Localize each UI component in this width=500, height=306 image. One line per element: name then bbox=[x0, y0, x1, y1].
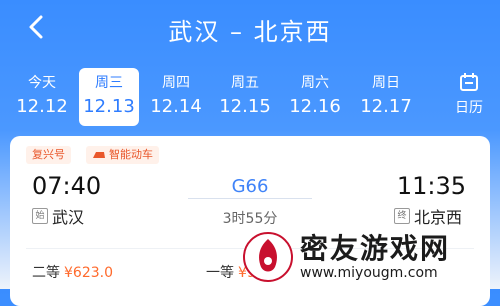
date-value: 12.13 bbox=[83, 96, 135, 117]
date-item[interactable]: 周四 12.14 bbox=[146, 68, 206, 126]
date-item[interactable]: 今天 12.12 bbox=[12, 68, 72, 126]
watermark-url: www.miyougm.com bbox=[300, 265, 438, 281]
end-tag: 终 bbox=[393, 208, 410, 224]
date-value: 12.14 bbox=[150, 96, 202, 117]
calendar-icon bbox=[460, 73, 478, 91]
date-weekday: 今天 bbox=[28, 75, 56, 91]
smart-train-badge: 智能动车 bbox=[86, 146, 159, 164]
date-value: 12.12 bbox=[16, 96, 68, 117]
date-weekday: 周六 bbox=[301, 75, 329, 91]
watermark: 密友游戏网 www.miyougm.com bbox=[242, 226, 498, 288]
date-value: 12.15 bbox=[219, 96, 271, 117]
seat-second-class[interactable]: 二等 ¥623.0 bbox=[32, 262, 113, 282]
calendar-label: 日历 bbox=[455, 100, 483, 116]
route-title: 武汉 – 北京西 bbox=[168, 18, 332, 46]
date-selector: 今天 12.12 周三 12.13 周四 12.14 周五 12.15 周六 1… bbox=[0, 68, 500, 128]
route-line bbox=[188, 198, 312, 199]
arrival-station-name: 北京西 bbox=[413, 208, 462, 227]
seat-price: ¥623.0 bbox=[64, 265, 113, 281]
train-icon bbox=[93, 152, 105, 158]
date-value: 12.16 bbox=[289, 96, 341, 117]
departure-station: 始 武汉 bbox=[32, 204, 84, 228]
date-item[interactable]: 周六 12.16 bbox=[285, 68, 345, 126]
top-bar: 武汉 – 北京西 bbox=[0, 0, 500, 58]
seat-class: 一等 bbox=[206, 265, 234, 281]
date-weekday: 周五 bbox=[231, 75, 259, 91]
calendar-button[interactable]: 日历 bbox=[446, 68, 492, 126]
smart-train-label: 智能动车 bbox=[109, 148, 153, 161]
date-weekday: 周三 bbox=[95, 75, 123, 91]
date-item-selected[interactable]: 周三 12.13 bbox=[79, 68, 139, 126]
departure-station-name: 武汉 bbox=[52, 208, 85, 227]
date-item[interactable]: 周五 12.15 bbox=[215, 68, 275, 126]
date-weekday: 周四 bbox=[162, 75, 190, 91]
watermark-logo-icon bbox=[243, 232, 293, 282]
date-item[interactable]: 周日 12.17 bbox=[356, 68, 416, 126]
start-tag: 始 bbox=[32, 208, 48, 224]
date-weekday: 周日 bbox=[372, 75, 400, 91]
date-value: 12.17 bbox=[360, 96, 412, 117]
watermark-text: 密友游戏网 bbox=[300, 232, 451, 265]
fuxing-badge: 复兴号 bbox=[26, 146, 71, 164]
seat-class: 二等 bbox=[32, 265, 60, 281]
arrival-station: 终 北京西 bbox=[393, 204, 462, 228]
arrival-time: 11:35 bbox=[396, 172, 466, 200]
